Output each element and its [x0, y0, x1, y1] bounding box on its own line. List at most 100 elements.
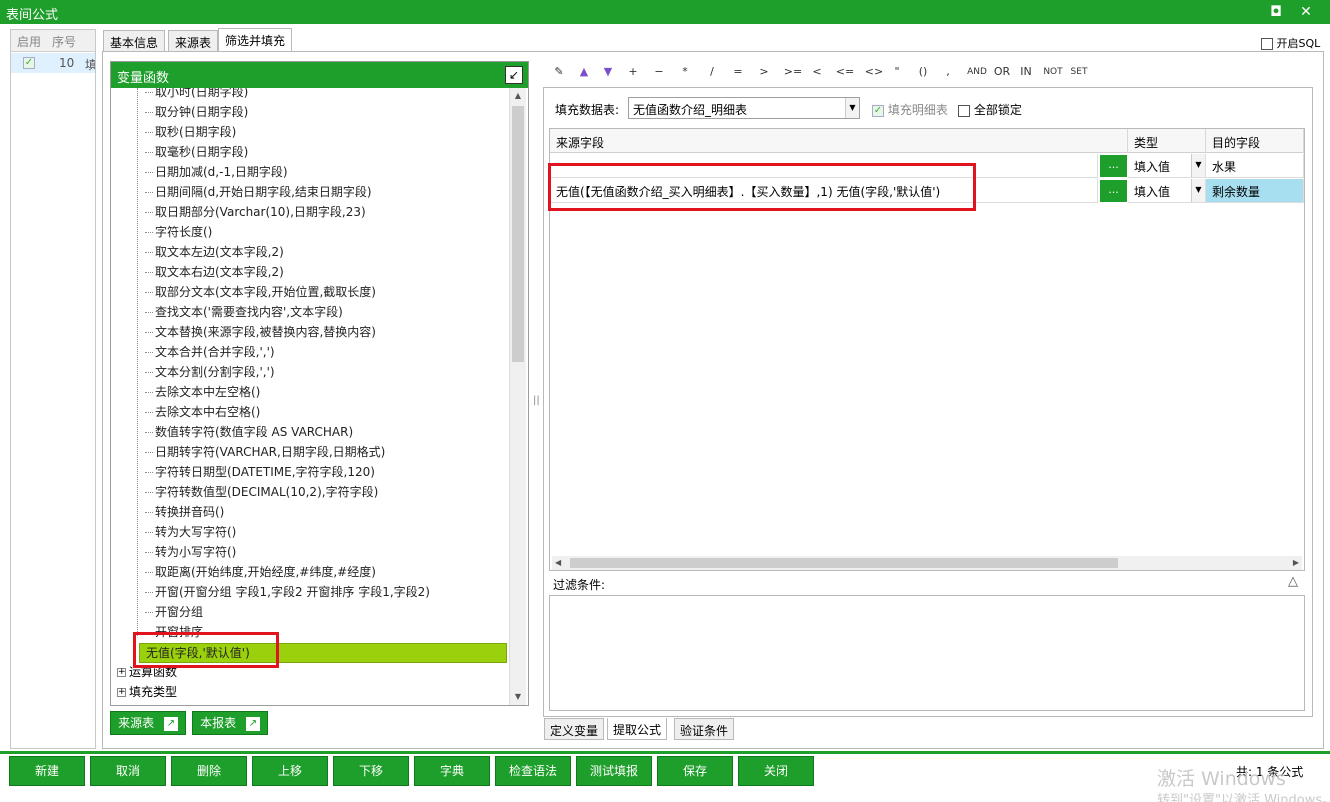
- function-item[interactable]: 日期加减(d,-1,日期字段): [145, 163, 288, 183]
- save-button[interactable]: 保存: [657, 756, 733, 786]
- plus-operator[interactable]: +: [625, 62, 641, 82]
- function-item[interactable]: 日期间隔(d,开始日期字段,结束日期字段): [145, 183, 372, 203]
- source-table-button[interactable]: 来源表 ↗: [110, 711, 186, 735]
- comma-operator[interactable]: ,: [940, 62, 956, 82]
- open-sql-toggle[interactable]: 开启SQL: [1261, 35, 1320, 51]
- fill-table-select[interactable]: 无值函数介绍_明细表 ▼: [628, 97, 860, 119]
- function-item[interactable]: 取部分文本(文本字段,开始位置,截取长度): [145, 283, 376, 303]
- fill-detail-toggle[interactable]: ✓ 填充明细表: [872, 101, 948, 118]
- fill-detail-checkbox[interactable]: ✓: [872, 104, 884, 117]
- formula-list[interactable]: 启用 序号 ✓ 10 填: [10, 29, 96, 749]
- function-item[interactable]: 取文本右边(文本字段,2): [145, 263, 284, 283]
- lock-all-toggle[interactable]: 全部锁定: [958, 101, 1022, 118]
- function-item[interactable]: 查找文本('需要查找内容',文本字段): [145, 303, 343, 323]
- chevron-down-icon[interactable]: ▼: [1191, 179, 1205, 202]
- tab-extract-formula[interactable]: 提取公式: [607, 718, 668, 740]
- new-button[interactable]: 新建: [9, 756, 85, 786]
- enabled-checkbox[interactable]: ✓: [23, 57, 35, 69]
- function-item[interactable]: 取文本左边(文本字段,2): [145, 243, 284, 263]
- report-table-button[interactable]: 本报表 ↗: [192, 711, 268, 735]
- scroll-thumb[interactable]: [570, 558, 1118, 568]
- formula-row[interactable]: ✓ 10 填: [11, 53, 95, 73]
- filter-condition-input[interactable]: [549, 595, 1305, 711]
- function-tree[interactable]: 取小时(日期字段) 取分钟(日期字段) 取秒(日期字段) 取毫秒(日期字段) 日期加减(…: [111, 88, 509, 705]
- function-item[interactable]: 文本合并(合并字段,','): [145, 343, 275, 363]
- function-item[interactable]: 取距离(开始纬度,开始经度,#纬度,#经度): [145, 563, 376, 583]
- edit-icon[interactable]: ✎: [548, 62, 570, 82]
- quote-operator[interactable]: ": [889, 62, 905, 82]
- tab-validate-condition[interactable]: 验证条件: [674, 718, 735, 740]
- close-window-button[interactable]: 关闭: [738, 756, 814, 786]
- expression-button[interactable]: ...: [1100, 155, 1127, 177]
- cancel-button[interactable]: 取消: [90, 756, 166, 786]
- restore-button[interactable]: ◘: [1266, 3, 1286, 21]
- function-item[interactable]: 取秒(日期字段): [145, 123, 236, 143]
- function-item[interactable]: 文本分割(分割字段,','): [145, 363, 275, 383]
- function-item[interactable]: 去除文本中右空格(): [145, 403, 260, 423]
- scroll-down-icon[interactable]: ▼: [510, 689, 526, 705]
- function-item[interactable]: 文本替换(来源字段,被替换内容,替换内容): [145, 323, 376, 343]
- function-item[interactable]: 取日期部分(Varchar(10),日期字段,23): [145, 203, 366, 223]
- grid-horizontal-scrollbar[interactable]: ◀ ▶: [552, 556, 1302, 570]
- function-item[interactable]: 日期转字符(VARCHAR,日期字段,日期格式): [145, 443, 385, 463]
- splitter-handle[interactable]: ||: [533, 395, 540, 406]
- tab-source-table[interactable]: 来源表: [168, 30, 219, 52]
- expand-icon[interactable]: +: [117, 668, 126, 677]
- function-group[interactable]: + 填充类型: [117, 683, 177, 703]
- close-button[interactable]: ✕: [1296, 3, 1316, 21]
- function-item[interactable]: 转为大写字符(): [145, 523, 236, 543]
- or-operator[interactable]: OR: [992, 62, 1012, 82]
- check-syntax-button[interactable]: 检查语法: [495, 756, 571, 786]
- function-item[interactable]: 开窗(开窗分组 字段1,字段2 开窗排序 字段1,字段2): [145, 583, 430, 603]
- chevron-down-icon[interactable]: ▼: [1191, 154, 1205, 177]
- function-item[interactable]: 取分钟(日期字段): [145, 103, 248, 123]
- type-select[interactable]: 填入值 ▼: [1128, 154, 1206, 178]
- tab-basic-info[interactable]: 基本信息: [103, 30, 166, 52]
- move-up-button[interactable]: 上移: [252, 756, 328, 786]
- function-item[interactable]: 数值转字符(数值字段 AS VARCHAR): [145, 423, 353, 443]
- equals-operator[interactable]: =: [730, 62, 746, 82]
- scroll-right-icon[interactable]: ▶: [1293, 556, 1299, 570]
- target-field-cell[interactable]: 水果: [1206, 154, 1304, 178]
- greater-equal-operator[interactable]: >=: [783, 62, 803, 82]
- less-equal-operator[interactable]: <=: [835, 62, 855, 82]
- less-operator[interactable]: <: [809, 62, 825, 82]
- minus-operator[interactable]: −: [651, 62, 667, 82]
- lock-all-checkbox[interactable]: [958, 104, 970, 117]
- function-item[interactable]: 字符转数值型(DECIMAL(10,2),字符字段): [145, 483, 378, 503]
- dictionary-button[interactable]: 字典: [414, 756, 490, 786]
- collapse-up-icon[interactable]: △: [1288, 574, 1298, 589]
- expression-button[interactable]: ...: [1100, 180, 1127, 202]
- open-sql-checkbox[interactable]: [1261, 38, 1273, 50]
- in-operator[interactable]: IN: [1018, 62, 1034, 82]
- function-item[interactable]: 字符长度(): [145, 223, 212, 243]
- move-up-icon[interactable]: ▲: [576, 62, 592, 82]
- tab-filter-fill[interactable]: 筛选并填充: [218, 28, 293, 52]
- function-item[interactable]: 字符转日期型(DATETIME,字符字段,120): [145, 463, 375, 483]
- tree-scrollbar[interactable]: ▲ ▼: [509, 88, 526, 705]
- collapse-icon[interactable]: ↙: [505, 66, 523, 84]
- function-item[interactable]: 开窗分组: [145, 603, 203, 623]
- delete-button[interactable]: 删除: [171, 756, 247, 786]
- scroll-thumb[interactable]: [512, 106, 524, 362]
- scroll-left-icon[interactable]: ◀: [555, 556, 561, 570]
- type-select[interactable]: 填入值 ▼: [1128, 179, 1206, 203]
- function-item[interactable]: 转换拼音码(): [145, 503, 224, 523]
- target-field-cell[interactable]: 剩余数量: [1206, 179, 1304, 203]
- function-item[interactable]: 转为小写字符(): [145, 543, 236, 563]
- expand-icon[interactable]: +: [117, 688, 126, 697]
- not-operator[interactable]: NOT: [1043, 62, 1063, 82]
- divide-operator[interactable]: /: [704, 62, 720, 82]
- function-item[interactable]: 取小时(日期字段): [145, 88, 248, 103]
- function-item[interactable]: 取毫秒(日期字段): [145, 143, 248, 163]
- parentheses-operator[interactable]: (): [914, 62, 932, 82]
- scroll-up-icon[interactable]: ▲: [510, 88, 526, 104]
- move-down-icon[interactable]: ▼: [600, 62, 616, 82]
- chevron-down-icon[interactable]: ▼: [845, 98, 859, 118]
- function-item[interactable]: 去除文本中左空格(): [145, 383, 260, 403]
- not-equal-operator[interactable]: <>: [862, 62, 886, 82]
- tab-define-variable[interactable]: 定义变量: [544, 718, 605, 740]
- greater-operator[interactable]: >: [756, 62, 772, 82]
- move-down-button[interactable]: 下移: [333, 756, 409, 786]
- test-fill-button[interactable]: 测试填报: [576, 756, 652, 786]
